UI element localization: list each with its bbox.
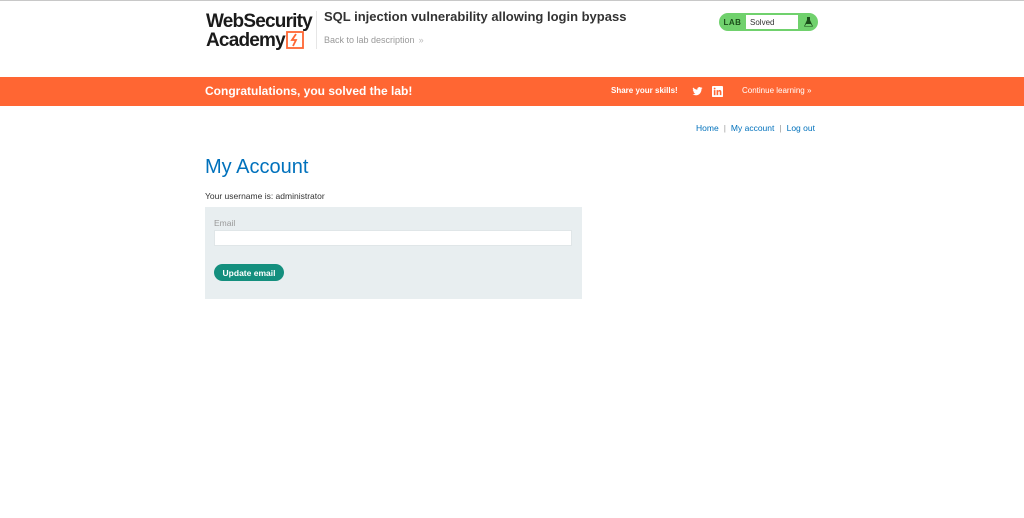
username-text: Your username is: administrator: [205, 191, 325, 201]
home-link[interactable]: Home: [696, 123, 719, 133]
nav-separator: |: [723, 123, 726, 133]
congratulations-message: Congratulations, you solved the lab!: [205, 84, 413, 98]
email-label: Email: [214, 218, 236, 228]
page-title: My Account: [205, 156, 309, 178]
my-account-link[interactable]: My account: [731, 123, 774, 133]
nav-separator: |: [779, 123, 782, 133]
continue-learning-link[interactable]: Continue learning »: [742, 86, 811, 95]
linkedin-icon[interactable]: [712, 86, 723, 97]
continue-learning-label: Continue learning: [742, 86, 805, 95]
twitter-icon[interactable]: [692, 86, 703, 97]
double-chevron-right-icon: »: [806, 86, 812, 95]
change-email-form: Email Update email: [205, 207, 582, 299]
lab-header: WebSecurity Academy SQL injection vulner…: [0, 1, 1024, 77]
flask-icon: [798, 13, 818, 31]
header-divider: [316, 11, 317, 49]
lab-title: SQL injection vulnerability allowing log…: [324, 9, 627, 24]
academy-logo-icon: [286, 31, 304, 49]
logo-line1: WebSecurity: [206, 11, 313, 32]
lab-status-text: Solved: [746, 15, 798, 29]
email-input[interactable]: [214, 230, 572, 246]
lab-tag: LAB: [723, 17, 742, 27]
share-skills-label: Share your skills!: [611, 86, 678, 95]
update-email-button[interactable]: Update email: [214, 264, 284, 281]
top-links: Home | My account | Log out: [696, 123, 815, 133]
double-chevron-right-icon: »: [418, 35, 424, 45]
lab-solved-banner: Congratulations, you solved the lab! Sha…: [0, 77, 1024, 106]
logo-line2: Academy: [206, 30, 286, 51]
web-security-academy-logo[interactable]: WebSecurity Academy: [206, 11, 313, 51]
back-to-lab-description-link[interactable]: Back to lab description »: [324, 35, 424, 45]
lab-status-badge: LAB Solved: [719, 13, 818, 31]
back-link-label: Back to lab description: [324, 35, 415, 45]
log-out-link[interactable]: Log out: [787, 123, 815, 133]
page: WebSecurity Academy SQL injection vulner…: [0, 0, 1024, 518]
